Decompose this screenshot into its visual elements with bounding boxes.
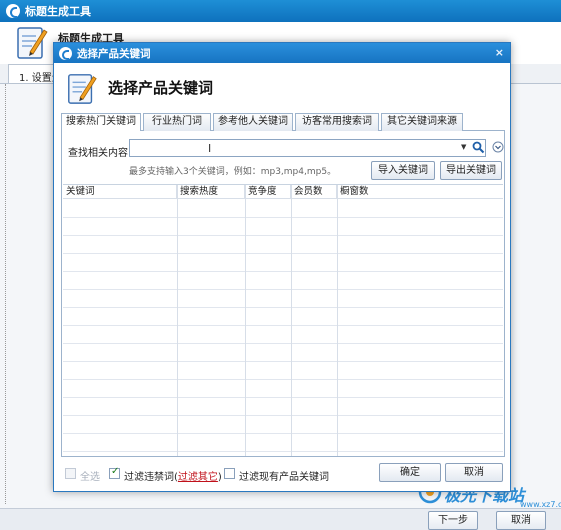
app-left-divider [0, 84, 6, 504]
next-step-button[interactable]: 下一步 [428, 511, 478, 530]
dropdown-arrow-icon[interactable]: ▼ [461, 143, 466, 151]
notepad-pencil-icon [17, 27, 48, 59]
table-rows[interactable] [63, 200, 503, 456]
search-combobox[interactable]: I ▼ [129, 139, 486, 157]
ok-button[interactable]: 确定 [379, 463, 441, 482]
select-all-checkbox[interactable] [65, 468, 76, 479]
dialog-header: 选择产品关键词 [54, 63, 510, 111]
export-keywords-button[interactable]: 导出关键词 [440, 161, 502, 180]
app-cancel-button[interactable]: 取消 [496, 511, 546, 530]
watermark-url: www.xz7.com [520, 500, 561, 509]
column-header-showcase-count[interactable]: 橱窗数 [337, 185, 503, 199]
search-icon[interactable] [472, 141, 485, 154]
text-cursor-icon: I [208, 142, 212, 155]
filter-other-link[interactable]: 过滤其它 [178, 472, 218, 483]
dialog-footer: 全选 过滤违禁词(过滤其它) 过滤现有产品关键词 确定 取消 [61, 461, 505, 487]
keyword-source-tabs: 搜索热门关键词 行业热门词 参考他人关键词 访客常用搜索词 其它关键词来源 [61, 113, 505, 132]
column-header-keyword[interactable]: 关键词 [63, 185, 177, 199]
tab-industry-hot-words[interactable]: 行业热门词 [143, 113, 211, 131]
app-titlebar: 标题生成工具 [0, 0, 561, 22]
tab-panel: 查找相关内容: I ▼ 最多支持输入3个关键词，例如：mp3,mp4,mp5。 … [61, 131, 505, 457]
app-logo-icon [6, 4, 20, 18]
table-header: 关键词 搜索热度 竞争度 会员数 橱窗数 [63, 185, 503, 199]
filter-existing-label: 过滤现有产品关键词 [239, 472, 329, 483]
filter-forbidden-suffix: ) [217, 472, 222, 483]
filter-forbidden-checkbox[interactable] [109, 466, 120, 479]
filter-existing-checkbox[interactable] [224, 468, 235, 479]
import-keywords-button[interactable]: 导入关键词 [371, 161, 435, 180]
notepad-pencil-icon [68, 74, 97, 104]
dialog-heading: 选择产品关键词 [108, 79, 214, 97]
dialog-cancel-button[interactable]: 取消 [445, 463, 503, 482]
column-divider [337, 185, 338, 456]
column-divider [245, 185, 246, 456]
dialog-app-icon [59, 46, 72, 60]
select-keyword-dialog: 选择产品关键词 × 选择产品关键词 搜索热门关键词 行业热门词 参考他人关键词 … [53, 42, 511, 492]
dialog-titlebar[interactable]: 选择产品关键词 × [54, 43, 510, 63]
column-divider [291, 185, 292, 456]
keyword-table: 关键词 搜索热度 竞争度 会员数 橱窗数 [63, 184, 503, 456]
column-header-search-popularity[interactable]: 搜索热度 [177, 185, 245, 199]
tab-hot-search-keywords[interactable]: 搜索热门关键词 [61, 113, 141, 132]
search-hint: 最多支持输入3个关键词，例如：mp3,mp4,mp5。 [129, 167, 337, 177]
app-title: 标题生成工具 [25, 5, 91, 18]
select-all-label: 全选 [80, 472, 100, 483]
tab-reference-others-keywords[interactable]: 参考他人关键词 [213, 113, 293, 131]
column-header-member-count[interactable]: 会员数 [291, 185, 337, 199]
tab-other-keyword-sources[interactable]: 其它关键词来源 [381, 113, 463, 131]
column-header-competition[interactable]: 竞争度 [245, 185, 291, 199]
chevron-down-icon[interactable] [492, 141, 504, 153]
filter-forbidden-label: 过滤违禁词(过滤其它) [124, 468, 222, 483]
tab-visitor-search-words[interactable]: 访客常用搜索词 [295, 113, 379, 131]
dialog-title: 选择产品关键词 [77, 47, 151, 60]
search-label: 查找相关内容: [68, 148, 132, 159]
column-divider [177, 185, 178, 456]
close-icon[interactable]: × [495, 46, 504, 59]
search-input[interactable] [130, 140, 450, 156]
filter-forbidden-prefix: 过滤违禁词( [124, 472, 178, 483]
